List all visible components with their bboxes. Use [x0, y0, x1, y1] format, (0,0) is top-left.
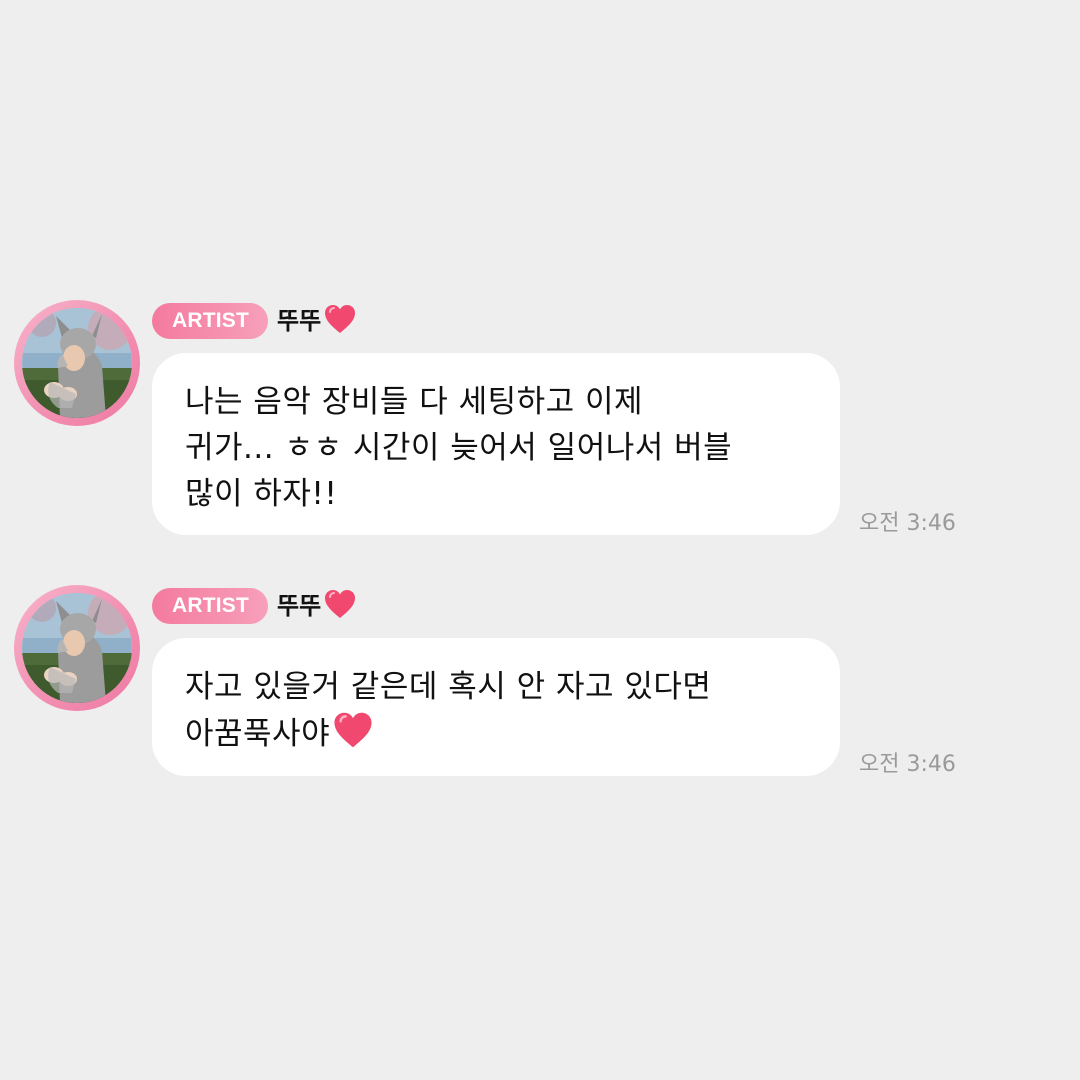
sender-row: ARTIST 뚜뚜	[152, 587, 357, 625]
message-time: 오전 3:46	[859, 511, 956, 536]
message-time: 오전 3:46	[859, 752, 956, 777]
message-bubble[interactable]: 자고 있을거 같은데 혹시 안 자고 있다면 아꿈푹사야	[152, 638, 840, 776]
message-text: 자고 있을거 같은데 혹시 안 자고 있다면 아꿈푹사야	[185, 669, 712, 752]
avatar-image	[22, 308, 132, 418]
avatar-image	[22, 593, 132, 703]
sender-name[interactable]: 뚜뚜	[277, 302, 321, 340]
avatar[interactable]	[14, 585, 140, 711]
message-text: 나는 음악 장비들 다 세팅하고 이제 귀가... ㅎㅎ 시간이 늦어서 일어나…	[185, 384, 733, 512]
artist-badge: ARTIST	[152, 303, 269, 339]
heart-icon	[332, 710, 374, 763]
heart-icon	[323, 588, 357, 624]
avatar[interactable]	[14, 300, 140, 426]
artist-badge: ARTIST	[152, 588, 269, 624]
sender-row: ARTIST 뚜뚜	[152, 302, 357, 340]
heart-icon	[323, 303, 357, 339]
sender-name[interactable]: 뚜뚜	[277, 587, 321, 625]
message-bubble[interactable]: 나는 음악 장비들 다 세팅하고 이제 귀가... ㅎㅎ 시간이 늦어서 일어나…	[152, 353, 840, 535]
message-text-wrapper: 자고 있을거 같은데 혹시 안 자고 있다면 아꿈푹사야	[185, 664, 806, 763]
